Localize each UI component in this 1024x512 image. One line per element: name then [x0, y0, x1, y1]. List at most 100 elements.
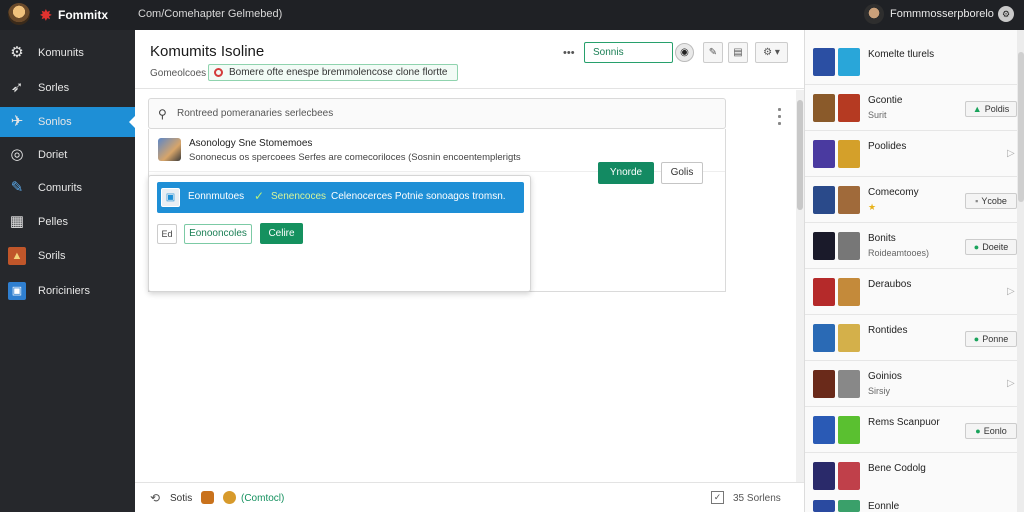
drag-handle-icon[interactable] [778, 108, 782, 132]
item-action-button[interactable]: ▲ Poldis [965, 101, 1017, 117]
more-options-icon[interactable]: ••• [563, 47, 575, 59]
list-item[interactable]: Poolides ▷ [805, 132, 1017, 177]
popup-ok-button[interactable]: Celire [260, 223, 303, 244]
list-item-sub: Roideamtooes) [868, 248, 930, 258]
chevron-right-icon[interactable]: ▷ [1007, 148, 1015, 159]
user-avatar[interactable] [864, 4, 884, 24]
info-alert[interactable]: Bomere ofte enespe bremmolencose clone f… [208, 64, 458, 81]
list-item[interactable]: Rontides ● Ponne [805, 316, 1017, 361]
sidebar-item-doriet[interactable]: ◎ Doriet [0, 140, 135, 170]
checkbox-icon[interactable]: ✓ [711, 491, 724, 504]
sidebar-item-sorles[interactable]: ➶ Sorles [0, 73, 135, 103]
list-item-sub: Sirsiy [868, 386, 890, 396]
status-icon[interactable] [223, 491, 236, 504]
puzzle-icon: ✈ [10, 113, 24, 130]
confirm-button[interactable]: Ynorde [598, 162, 654, 184]
rocket-icon: ➶ [10, 79, 24, 96]
chevron-right-icon[interactable]: ▷ [1007, 286, 1015, 297]
thumbnail [838, 186, 860, 214]
tools-icon[interactable]: ⚙ ▾ [755, 42, 788, 63]
lock-icon[interactable]: ▤ [728, 42, 748, 63]
square-icon: ▪ [975, 196, 979, 206]
top-bar: ✸ Fommitx Com/Comehapter Gelmebed) Fommm… [0, 0, 1024, 30]
triangle-icon: ▲ [972, 104, 982, 114]
chat-icon: ● [973, 242, 980, 252]
thumbnail [838, 278, 860, 306]
sidebar-item-komunits[interactable]: ⚙ Komunits [0, 38, 135, 68]
popup-selected-item[interactable]: ▣ Eonnmutoes ✓ Senencoces Celenocerces P… [157, 182, 524, 213]
list-item[interactable]: Comecomy ★ ▪ Ycobe [805, 178, 1017, 223]
list-item[interactable]: Gcontie Surit ▲ Poldis [805, 86, 1017, 131]
sidebar-item-label: Komunits [38, 47, 84, 59]
check-icon: ✓ [254, 189, 265, 203]
settings-icon[interactable]: ⚙ [998, 6, 1014, 22]
list-item-name: Asonology Sne Stomemoes [189, 138, 313, 149]
item-action-button[interactable]: ● Ponne [965, 331, 1017, 347]
thumbnail [813, 48, 835, 76]
list-item-desc: Sononecus os spercoees Serfes are comeco… [189, 152, 521, 163]
thumbnail [838, 94, 860, 122]
thumbnail [813, 416, 835, 444]
window-icon: ▣ [8, 282, 26, 300]
popup-small-button[interactable]: Ed [157, 224, 177, 244]
search-input[interactable]: Sonnis [584, 42, 673, 63]
scrollbar-thumb[interactable] [1018, 52, 1024, 202]
status-label[interactable]: (Comtocl) [241, 493, 284, 504]
page-title: Komumits Isoline [150, 43, 265, 60]
sidebar-item-roriciniers[interactable]: ▣ Roriciniers [0, 276, 135, 306]
alert-text: Bomere ofte enespe bremmolencose clone f… [229, 67, 448, 78]
breadcrumb[interactable]: Com/Comehapter Gelmebed) [138, 8, 282, 20]
search-go-icon[interactable]: ◉ [675, 43, 694, 62]
list-item[interactable]: Goinios Sirsiy ▷ [805, 362, 1017, 407]
right-scrollbar[interactable] [1017, 30, 1024, 512]
thumbnail [838, 140, 860, 168]
chevron-right-icon[interactable]: ▷ [1007, 378, 1015, 389]
list-item-name: Comecomy [868, 187, 919, 198]
app-avatar[interactable] [8, 3, 30, 25]
chat-icon: ● [973, 334, 980, 344]
thumbnail [838, 462, 860, 490]
bottom-bar: ⟲ Sotis (Comtocl) ✓ 35 Sorlens [135, 482, 804, 512]
page-subtitle: Gomeolcoes [150, 68, 207, 79]
cancel-button[interactable]: Golis [661, 162, 703, 184]
avatar [158, 138, 181, 161]
refresh-icon[interactable]: ⟲ [150, 491, 160, 505]
action-label: Eonlo [983, 426, 1007, 436]
alert-icon [214, 68, 223, 77]
list-item[interactable]: Deraubos ▷ [805, 270, 1017, 315]
sidebar-item-sorils[interactable]: ▲ Sorils [0, 241, 135, 271]
result-count: 35 Sorlens [733, 493, 781, 504]
thumbnail [813, 140, 835, 168]
gear-icon: ⚙ [10, 44, 24, 61]
autocomplete-popup: ▣ Eonnmutoes ✓ Senencoces Celenocerces P… [148, 175, 531, 292]
image-icon: ▲ [8, 247, 26, 265]
box-icon[interactable] [201, 491, 214, 504]
main-scrollbar[interactable] [796, 90, 804, 482]
list-item-name: Gcontie [868, 95, 903, 106]
sidebar-item-comurits[interactable]: ✎ Comurits [0, 173, 135, 203]
list-item[interactable]: Komelte tlurels [805, 40, 1017, 85]
item-action-button[interactable]: ● Eonlo [965, 423, 1017, 439]
sidebar-item-label: Sorles [38, 82, 70, 94]
thumbnail [813, 232, 835, 260]
list-item[interactable]: Eonnle [805, 492, 1017, 512]
item-action-button[interactable]: ● Doeite [965, 239, 1017, 255]
thumbnail [838, 500, 860, 512]
bottom-label[interactable]: Sotis [170, 493, 192, 504]
list-search-bar[interactable]: ⚲ Rontreed pomeranaries serlecbees [148, 98, 726, 129]
chat-icon: ◎ [10, 146, 24, 163]
user-name[interactable]: Fommmosserpborelo [890, 8, 994, 20]
grid-icon: ▦ [9, 213, 25, 230]
edit-icon[interactable]: ✎ [703, 42, 723, 63]
star-icon: ★ [868, 202, 877, 212]
list-item[interactable]: Rems Scanpuor ● Eonlo [805, 408, 1017, 453]
thumbnail [813, 500, 835, 512]
scrollbar-thumb[interactable] [797, 100, 803, 210]
list-item[interactable]: Bonits Roideamtooes) ● Doeite [805, 224, 1017, 269]
sidebar-item-pelles[interactable]: ▦ Pelles [0, 207, 135, 237]
sidebar-item-label: Comurits [38, 182, 83, 194]
action-label: Poldis [984, 104, 1010, 114]
item-action-button[interactable]: ▪ Ycobe [965, 193, 1017, 209]
popup-secondary-button[interactable]: Eonooncoles [184, 224, 252, 244]
sidebar-item-sonlos[interactable]: ✈ Sonlos [0, 107, 136, 137]
